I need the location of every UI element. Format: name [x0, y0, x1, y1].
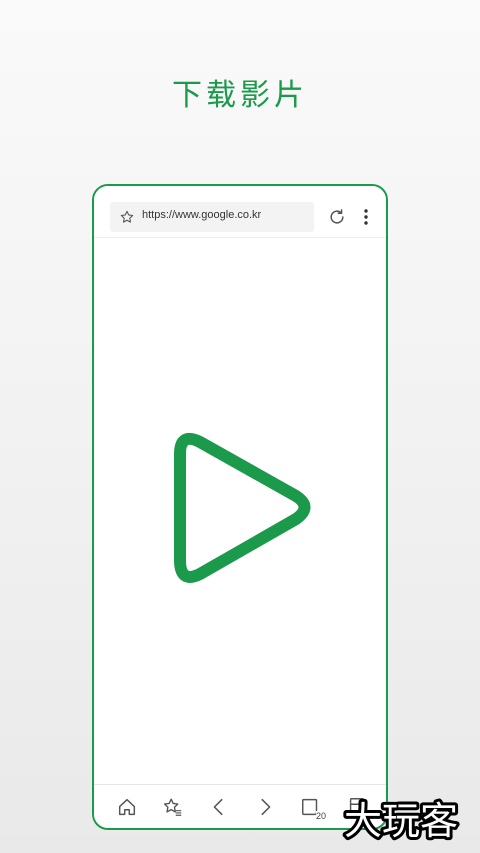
url-field[interactable]: https://www.google.co.kr: [110, 202, 314, 232]
url-text[interactable]: https://www.google.co.kr: [142, 209, 261, 221]
star-icon[interactable]: [119, 209, 135, 225]
more-menu-icon[interactable]: [360, 207, 372, 227]
page-headline: 下载影片: [172, 78, 308, 113]
chevron-left-icon[interactable]: [208, 796, 230, 818]
watermark-logo: 大玩客: [341, 796, 461, 846]
home-icon[interactable]: [116, 796, 138, 818]
phone-frame: https://www.google.co.kr 20: [92, 184, 388, 830]
reload-icon[interactable]: [327, 207, 347, 227]
play-triangle-icon: [174, 433, 311, 583]
watermark-text: 大玩客: [344, 799, 458, 843]
tab-count: 20: [315, 811, 326, 821]
tabs-button[interactable]: 20: [300, 796, 326, 821]
address-bar: https://www.google.co.kr: [94, 186, 386, 238]
chevron-right-icon[interactable]: [254, 796, 276, 818]
bookmark-star-icon[interactable]: [162, 796, 184, 818]
